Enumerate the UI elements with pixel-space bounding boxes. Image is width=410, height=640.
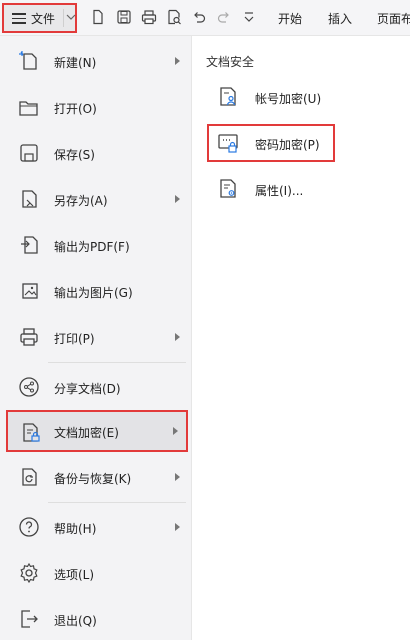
account-encrypt-button[interactable]: 帐号加密(U) [207,78,335,116]
menu-item-open[interactable]: 打开(O) [6,86,188,128]
submenu-arrow-icon [175,473,180,481]
submenu-arrow-icon [175,523,180,531]
menu-item-print[interactable]: 打印(P) [6,316,188,358]
password-encrypt-button[interactable]: 密码加密(P) [207,124,335,162]
menu-item-new[interactable]: 新建(N) [6,40,188,82]
menu-item-label: 选项(L) [54,568,95,582]
undo-icon[interactable] [191,9,207,25]
file-menu-label: 文件 [31,12,56,26]
menu-item-label: 分享文档(D) [54,382,121,396]
menu-item-label: 输出为PDF(F) [54,240,130,254]
more-dropdown-icon[interactable] [241,9,257,25]
new-file-icon[interactable] [90,9,106,25]
menu-item-options[interactable]: 选项(L) [6,552,188,594]
save-as-icon [22,190,37,208]
menu-item-share[interactable]: 分享文档(D) [6,366,188,408]
tab-page-layout[interactable]: 页面布 [377,10,410,27]
new-doc-icon [19,51,37,70]
password-encrypt-label: 密码加密(P) [255,138,320,152]
submenu-panel: 文档安全 帐号加密(U) 密码加密(P) 属性(I)... [193,36,410,640]
submenu-arrow-icon [175,195,180,203]
menu-item-label: 备份与恢复(K) [54,472,132,486]
save-icon[interactable] [116,9,132,25]
menu-item-export-image[interactable]: 输出为图片(G) [6,270,188,312]
save-icon [20,144,38,162]
tab-insert[interactable]: 插入 [328,10,352,27]
menu-item-backup-restore[interactable]: 备份与恢复(K) [6,456,188,498]
menu-divider [48,502,186,503]
properties-icon [220,179,236,198]
settings-icon [20,562,38,584]
menu-item-encrypt-doc[interactable]: 文档加密(E) [6,410,188,452]
print-icon [20,328,38,346]
redo-icon[interactable] [216,9,232,25]
share-icon [19,377,39,397]
backup-icon [22,468,37,486]
toolbar: 文件 开始 插入 页面布 [0,0,410,36]
file-menu: 新建(N) 打开(O) 保存(S) 另存为(A) 输出为PDF(F) 输出为图片… [0,36,192,640]
menu-item-exit[interactable]: 退出(Q) [6,598,188,640]
submenu-arrow-icon [173,427,178,435]
account-encrypt-icon [220,87,236,106]
file-menu-button[interactable]: 文件 [2,3,77,33]
password-encrypt-icon [218,134,238,153]
menu-item-label: 帮助(H) [54,522,97,536]
chevron-down-icon[interactable] [66,11,76,23]
submenu-arrow-icon [175,333,180,341]
panel-title: 文档安全 [206,55,255,69]
account-encrypt-label: 帐号加密(U) [255,92,322,106]
tab-home[interactable]: 开始 [278,10,302,27]
menu-item-label: 打印(P) [54,332,95,346]
folder-open-icon [19,101,38,116]
print-preview-icon[interactable] [166,9,182,25]
properties-button[interactable]: 属性(I)... [207,170,335,208]
menu-divider [48,362,186,363]
menu-item-label: 打开(O) [54,102,97,116]
menu-item-help[interactable]: 帮助(H) [6,506,188,548]
print-icon[interactable] [141,9,157,25]
hamburger-icon [12,13,26,24]
menu-item-label: 文档加密(E) [54,426,119,440]
exit-icon [21,610,38,628]
export-pdf-icon [21,236,38,254]
menu-item-label: 保存(S) [54,148,95,162]
export-image-icon [22,283,38,299]
submenu-arrow-icon [175,57,180,65]
menu-item-label: 退出(Q) [54,614,97,628]
menu-item-save[interactable]: 保存(S) [6,132,188,174]
encrypt-doc-icon [23,423,40,442]
menu-item-save-as[interactable]: 另存为(A) [6,178,188,220]
properties-label: 属性(I)... [255,184,304,198]
menu-item-label: 新建(N) [54,56,97,70]
divider [63,9,64,27]
menu-item-label: 输出为图片(G) [54,286,133,300]
menu-item-export-pdf[interactable]: 输出为PDF(F) [6,224,188,266]
menu-item-label: 另存为(A) [54,194,108,208]
help-icon [19,517,39,537]
